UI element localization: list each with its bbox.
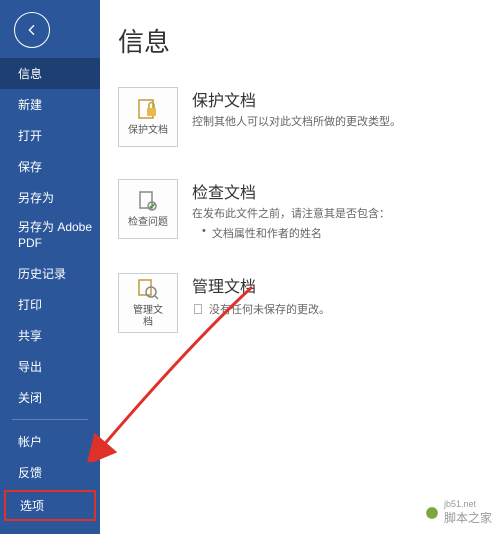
watermark-text: 脚本之家 xyxy=(444,509,492,526)
sidebar-label: 打开 xyxy=(18,129,42,143)
inspect-icon xyxy=(136,189,160,213)
sidebar-item-save[interactable]: 保存 xyxy=(0,151,100,182)
sidebar-label: 另存为 Adobe PDF xyxy=(18,220,92,250)
section-desc: 没有任何未保存的更改。 xyxy=(209,301,330,317)
tile-label: 检查问题 xyxy=(128,217,168,229)
watermark: jb51.net 脚本之家 xyxy=(425,499,492,526)
backstage-sidebar: 信息 新建 打开 保存 另存为 另存为 Adobe PDF 历史记录 打印 共享… xyxy=(0,0,100,534)
sidebar-label: 保存 xyxy=(18,160,42,174)
inspect-bullet: 文档属性和作者的姓名 xyxy=(202,225,490,241)
sidebar-label: 共享 xyxy=(18,329,42,343)
section-title: 管理文档 xyxy=(192,273,490,297)
sidebar-label: 另存为 xyxy=(18,191,54,205)
sidebar-label: 反馈 xyxy=(18,466,42,480)
manage-doc-icon xyxy=(136,277,160,301)
sidebar-item-share[interactable]: 共享 xyxy=(0,320,100,351)
section-desc: 在发布此文件之前，请注意其是否包含： xyxy=(192,207,490,223)
sidebar-label: 选项 xyxy=(20,499,44,513)
sidebar-label: 打印 xyxy=(18,298,42,312)
sidebar-menu: 信息 新建 打开 保存 另存为 另存为 Adobe PDF 历史记录 打印 共享… xyxy=(0,58,100,534)
section-manage: 管理文 档 管理文档 没有任何未保存的更改。 xyxy=(118,273,500,333)
protect-document-tile[interactable]: 保护文档 xyxy=(118,87,178,147)
sidebar-label: 关闭 xyxy=(18,391,42,405)
sidebar-item-export[interactable]: 导出 xyxy=(0,351,100,382)
manage-document-tile[interactable]: 管理文 档 xyxy=(118,273,178,333)
section-title: 保护文档 xyxy=(192,87,490,111)
back-button[interactable] xyxy=(14,12,50,48)
check-issues-tile[interactable]: 检查问题 xyxy=(118,179,178,239)
sidebar-label: 新建 xyxy=(18,98,42,112)
sidebar-item-info[interactable]: 信息 xyxy=(0,58,100,89)
sidebar-item-account[interactable]: 帐户 xyxy=(0,426,100,457)
watermark-logo-icon xyxy=(425,506,439,520)
section-protect: 保护文档 保护文档 控制其他人可以对此文档所做的更改类型。 xyxy=(118,87,500,147)
sidebar-item-new[interactable]: 新建 xyxy=(0,89,100,120)
sidebar-item-feedback[interactable]: 反馈 xyxy=(0,457,100,488)
watermark-url: jb51.net xyxy=(444,499,492,509)
tile-label: 保护文档 xyxy=(128,125,168,137)
document-icon xyxy=(192,303,204,315)
sidebar-item-options[interactable]: 选项 xyxy=(4,490,96,521)
sidebar-item-saveas-pdf[interactable]: 另存为 Adobe PDF xyxy=(0,213,100,258)
sidebar-label: 信息 xyxy=(18,67,42,81)
tile-label: 管理文 档 xyxy=(133,305,163,328)
unsaved-changes-line: 没有任何未保存的更改。 xyxy=(192,301,490,317)
section-inspect: 检查问题 检查文档 在发布此文件之前，请注意其是否包含： 文档属性和作者的姓名 xyxy=(118,179,500,241)
sidebar-label: 历史记录 xyxy=(18,267,66,281)
sidebar-item-close[interactable]: 关闭 xyxy=(0,382,100,413)
sidebar-item-open[interactable]: 打开 xyxy=(0,120,100,151)
sidebar-label: 导出 xyxy=(18,360,42,374)
page-title: 信息 xyxy=(118,22,500,59)
lock-shield-icon xyxy=(136,97,160,121)
main-panel: 信息 保护文档 保护文档 控制其他人可以对此文档所做的更改类型。 检查问题 检查… xyxy=(100,0,500,534)
sidebar-label: 帐户 xyxy=(18,435,42,449)
sidebar-item-print[interactable]: 打印 xyxy=(0,289,100,320)
sidebar-item-history[interactable]: 历史记录 xyxy=(0,258,100,289)
section-desc: 控制其他人可以对此文档所做的更改类型。 xyxy=(192,115,490,131)
section-title: 检查文档 xyxy=(192,179,490,203)
sidebar-item-saveas[interactable]: 另存为 xyxy=(0,182,100,213)
sidebar-divider xyxy=(12,419,88,420)
